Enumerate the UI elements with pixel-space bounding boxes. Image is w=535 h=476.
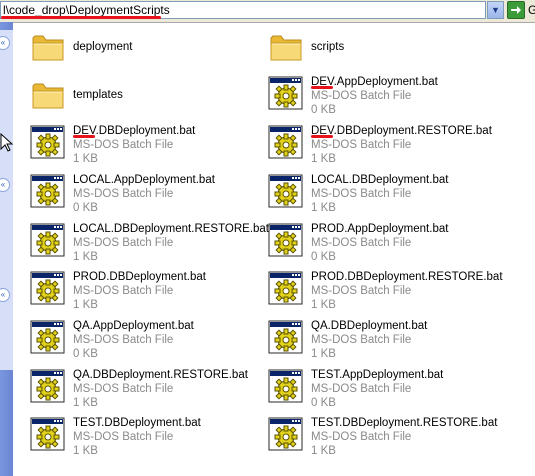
file-type: MS-DOS Batch File: [311, 431, 412, 443]
file-name: TEST.DBDeployment.RESTORE.bat: [311, 417, 498, 429]
annotation-underline: [311, 86, 333, 89]
task-pane: « « «: [0, 22, 13, 476]
go-label[interactable]: G: [528, 3, 535, 17]
batch-file-icon: [30, 416, 66, 452]
batch-file-icon: [268, 222, 304, 258]
batch-file-icon: [268, 270, 304, 306]
file-type: MS-DOS Batch File: [311, 139, 412, 151]
file-type: MS-DOS Batch File: [311, 383, 412, 395]
batch-file-icon: [30, 222, 66, 258]
file-size: 1 KB: [311, 445, 336, 457]
file-item[interactable]: LOCAL.DBDeployment.bat MS-DOS Batch File…: [268, 171, 518, 217]
batch-file-icon: [268, 319, 304, 355]
file-size: 1 KB: [73, 251, 98, 263]
folder-icon: [30, 29, 66, 65]
file-type: MS-DOS Batch File: [73, 383, 174, 395]
file-item[interactable]: DEV.DBDeployment.bat MS-DOS Batch File 1…: [30, 122, 280, 168]
file-name: PROD.DBDeployment.bat: [73, 271, 206, 283]
folder-item[interactable]: scripts: [268, 27, 518, 73]
folder-item[interactable]: templates: [30, 75, 280, 121]
folder-icon: [30, 77, 66, 113]
file-size: 1 KB: [73, 397, 98, 409]
file-view: deployment scripts templates DEV.AppDepl…: [14, 23, 535, 476]
file-size: 0 KB: [73, 348, 98, 360]
file-type: MS-DOS Batch File: [73, 334, 174, 346]
file-size: 0 KB: [311, 251, 336, 263]
batch-file-icon: [268, 124, 304, 160]
address-path-text: l\code_drop\DeploymentScripts: [3, 3, 170, 17]
folder-item[interactable]: deployment: [30, 27, 280, 73]
batch-file-icon: [268, 416, 304, 452]
batch-file-icon: [30, 319, 66, 355]
file-name: TEST.AppDeployment.bat: [311, 369, 444, 381]
file-name: TEST.DBDeployment.bat: [73, 417, 201, 429]
arrow-right-icon: [511, 6, 521, 14]
file-name: QA.DBDeployment.bat: [311, 320, 428, 332]
file-name: LOCAL.AppDeployment.bat: [73, 174, 215, 186]
file-size: 1 KB: [73, 445, 98, 457]
address-input[interactable]: l\code_drop\DeploymentScripts: [0, 1, 486, 19]
batch-file-icon: [30, 173, 66, 209]
task-pane-panel: [0, 30, 13, 370]
file-type: MS-DOS Batch File: [73, 431, 174, 443]
file-item[interactable]: TEST.DBDeployment.RESTORE.bat MS-DOS Bat…: [268, 414, 518, 460]
file-type: MS-DOS Batch File: [311, 285, 412, 297]
file-item[interactable]: LOCAL.DBDeployment.RESTORE.bat MS-DOS Ba…: [30, 220, 280, 266]
file-name: PROD.DBDeployment.RESTORE.bat: [311, 271, 503, 283]
file-size: 1 KB: [311, 299, 336, 311]
annotation-underline: [73, 135, 95, 138]
file-item[interactable]: PROD.DBDeployment.bat MS-DOS Batch File …: [30, 268, 280, 314]
file-size: 1 KB: [73, 299, 98, 311]
batch-file-icon: [268, 368, 304, 404]
file-item[interactable]: PROD.DBDeployment.RESTORE.bat MS-DOS Bat…: [268, 268, 518, 314]
file-type: MS-DOS Batch File: [311, 188, 412, 200]
batch-file-icon: [268, 75, 304, 111]
file-size: 1 KB: [311, 202, 336, 214]
file-type: MS-DOS Batch File: [311, 334, 412, 346]
file-item[interactable]: DEV.AppDeployment.bat MS-DOS Batch File …: [268, 73, 518, 119]
file-size: 1 KB: [73, 153, 98, 165]
file-type: MS-DOS Batch File: [73, 237, 174, 249]
file-type: MS-DOS Batch File: [73, 285, 174, 297]
file-type: MS-DOS Batch File: [73, 139, 174, 151]
batch-file-icon: [30, 368, 66, 404]
file-item[interactable]: QA.AppDeployment.bat MS-DOS Batch File 0…: [30, 317, 280, 363]
file-type: MS-DOS Batch File: [73, 188, 174, 200]
file-name: LOCAL.DBDeployment.RESTORE.bat: [73, 223, 270, 235]
file-name: DEV.DBDeployment.RESTORE.bat: [311, 125, 492, 137]
address-dropdown-button[interactable]: ▼: [487, 1, 504, 19]
file-item[interactable]: PROD.AppDeployment.bat MS-DOS Batch File…: [268, 220, 518, 266]
folder-icon: [268, 29, 304, 65]
file-item[interactable]: QA.DBDeployment.bat MS-DOS Batch File 1 …: [268, 317, 518, 363]
batch-file-icon: [30, 270, 66, 306]
file-size: 1 KB: [311, 348, 336, 360]
file-type: MS-DOS Batch File: [311, 90, 412, 102]
batch-file-icon: [30, 124, 66, 160]
chevron-down-icon: ▼: [491, 5, 500, 15]
mouse-cursor-icon: [0, 133, 14, 152]
file-item[interactable]: DEV.DBDeployment.RESTORE.bat MS-DOS Batc…: [268, 122, 518, 168]
address-bar: l\code_drop\DeploymentScripts ▼ G: [0, 0, 535, 23]
file-name: LOCAL.DBDeployment.bat: [311, 174, 449, 186]
file-size: 0 KB: [73, 202, 98, 214]
file-item[interactable]: TEST.DBDeployment.bat MS-DOS Batch File …: [30, 414, 280, 460]
file-name: QA.DBDeployment.RESTORE.bat: [73, 369, 248, 381]
file-item[interactable]: QA.DBDeployment.RESTORE.bat MS-DOS Batch…: [30, 366, 280, 412]
folder-name: deployment: [73, 41, 133, 53]
file-type: MS-DOS Batch File: [311, 237, 412, 249]
go-button[interactable]: [507, 1, 525, 19]
file-name: QA.AppDeployment.bat: [73, 320, 194, 332]
file-size: 0 KB: [311, 397, 336, 409]
address-annotation-underline: [1, 16, 161, 19]
file-item[interactable]: TEST.AppDeployment.bat MS-DOS Batch File…: [268, 366, 518, 412]
batch-file-icon: [268, 173, 304, 209]
file-name: PROD.AppDeployment.bat: [311, 223, 449, 235]
folder-name: templates: [73, 89, 123, 101]
folder-name: scripts: [311, 41, 345, 53]
file-size: 0 KB: [311, 104, 336, 116]
file-size: 1 KB: [311, 153, 336, 165]
file-item[interactable]: LOCAL.AppDeployment.bat MS-DOS Batch Fil…: [30, 171, 280, 217]
annotation-underline: [311, 135, 333, 138]
